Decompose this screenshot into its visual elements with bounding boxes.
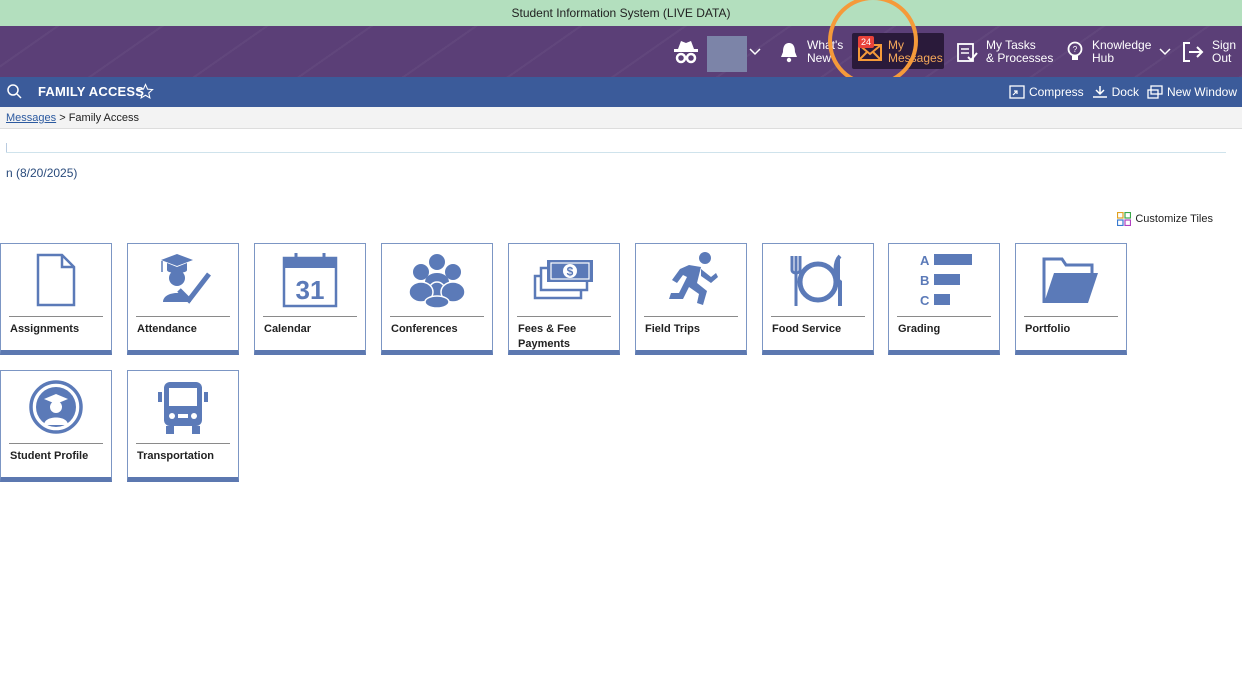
tile-transportation[interactable]: Transportation (127, 370, 239, 482)
tile-label: Transportation (137, 450, 215, 462)
my-messages-button[interactable]: My Messages (858, 26, 943, 77)
tile-fees[interactable]: $ Fees & Fee Payments (508, 243, 620, 355)
breadcrumb-separator: > (59, 112, 66, 124)
bus-icon (128, 375, 238, 439)
svg-text:31: 31 (296, 275, 325, 305)
bell-icon (781, 42, 797, 62)
svg-text:C: C (920, 293, 930, 308)
lightbulb-icon: ? (1067, 41, 1083, 60)
module-header: FAMILY ACCESS Compress Dock New Window (0, 77, 1242, 107)
chevron-down-icon (1159, 47, 1171, 55)
tile-label: Field Trips (645, 323, 701, 335)
compress-button[interactable]: Compress (1009, 77, 1084, 107)
tile-portfolio[interactable]: Portfolio (1015, 243, 1127, 355)
tile-food-service[interactable]: Food Service (762, 243, 874, 355)
tile-conferences[interactable]: Conferences (381, 243, 493, 355)
grades-icon: ABC (889, 248, 999, 312)
knowledge-hub-button[interactable]: ? Knowledge Hub (1066, 26, 1171, 77)
top-nav: What's New My Messages 24 My Tasks & Proces… (0, 26, 1242, 77)
user-menu-chevron-icon[interactable] (749, 26, 761, 77)
tile-grading[interactable]: ABC Grading (888, 243, 1000, 355)
user-avatar[interactable] (707, 36, 747, 72)
new-window-icon (1147, 85, 1163, 99)
student-icon (1, 375, 111, 439)
system-banner: Student Information System (LIVE DATA) (0, 0, 1242, 26)
breadcrumb-messages-link[interactable]: Messages (6, 112, 56, 124)
tile-label: Assignments (10, 323, 80, 335)
favorite-star-icon[interactable] (137, 83, 154, 105)
svg-text:B: B (920, 273, 929, 288)
tile-assignments[interactable]: Assignments (0, 243, 112, 355)
money-icon: $ (509, 248, 619, 312)
tile-label: Conferences (391, 323, 458, 335)
plate-icon (763, 248, 873, 312)
incognito-icon[interactable] (672, 26, 700, 77)
tile-attendance[interactable]: Attendance (127, 243, 239, 355)
svg-text:$: $ (567, 265, 574, 279)
tile-label: Calendar (264, 323, 312, 335)
sign-out-button[interactable]: Sign Out (1182, 26, 1236, 77)
document-icon (1, 248, 111, 312)
tile-label: Grading (898, 323, 941, 335)
compress-icon (1009, 85, 1025, 99)
tasks-icon (957, 42, 978, 62)
system-banner-text: Student Information System (LIVE DATA) (511, 6, 731, 20)
runner-icon (636, 248, 746, 312)
divider (6, 152, 1226, 153)
search-icon[interactable] (6, 83, 22, 104)
calendar-icon: 31 (255, 248, 365, 312)
folder-icon (1016, 248, 1126, 312)
tile-student-profile[interactable]: Student Profile (0, 370, 112, 482)
messages-count-badge: 24 (858, 36, 875, 48)
tile-label: Portfolio (1025, 323, 1071, 335)
group-icon (382, 248, 492, 312)
whats-new-button[interactable]: What's New (779, 26, 843, 77)
my-tasks-button[interactable]: My Tasks & Processes (956, 26, 1053, 77)
sign-out-icon (1183, 41, 1204, 62)
tile-label: Fees & Fee Payments (518, 323, 577, 350)
breadcrumb-current: Family Access (68, 112, 139, 124)
tiles-grid-icon (1117, 212, 1132, 226)
tile-calendar[interactable]: 31 Calendar (254, 243, 366, 355)
breadcrumb: Messages > Family Access (0, 107, 1242, 129)
customize-tiles-button[interactable]: Customize Tiles (1117, 212, 1213, 226)
graduate-check-icon (128, 248, 238, 312)
svg-text:?: ? (1073, 45, 1078, 54)
tile-field-trips[interactable]: Field Trips (635, 243, 747, 355)
tile-label: Student Profile (10, 450, 89, 462)
page-title: FAMILY ACCESS (38, 84, 145, 99)
tile-label: Food Service (772, 323, 842, 335)
dock-icon (1092, 86, 1107, 98)
svg-text:A: A (920, 253, 930, 268)
tile-label: Attendance (137, 323, 197, 335)
date-label: n (8/20/2025) (6, 166, 78, 180)
dock-button[interactable]: Dock (1092, 77, 1139, 107)
new-window-button[interactable]: New Window (1147, 77, 1237, 107)
